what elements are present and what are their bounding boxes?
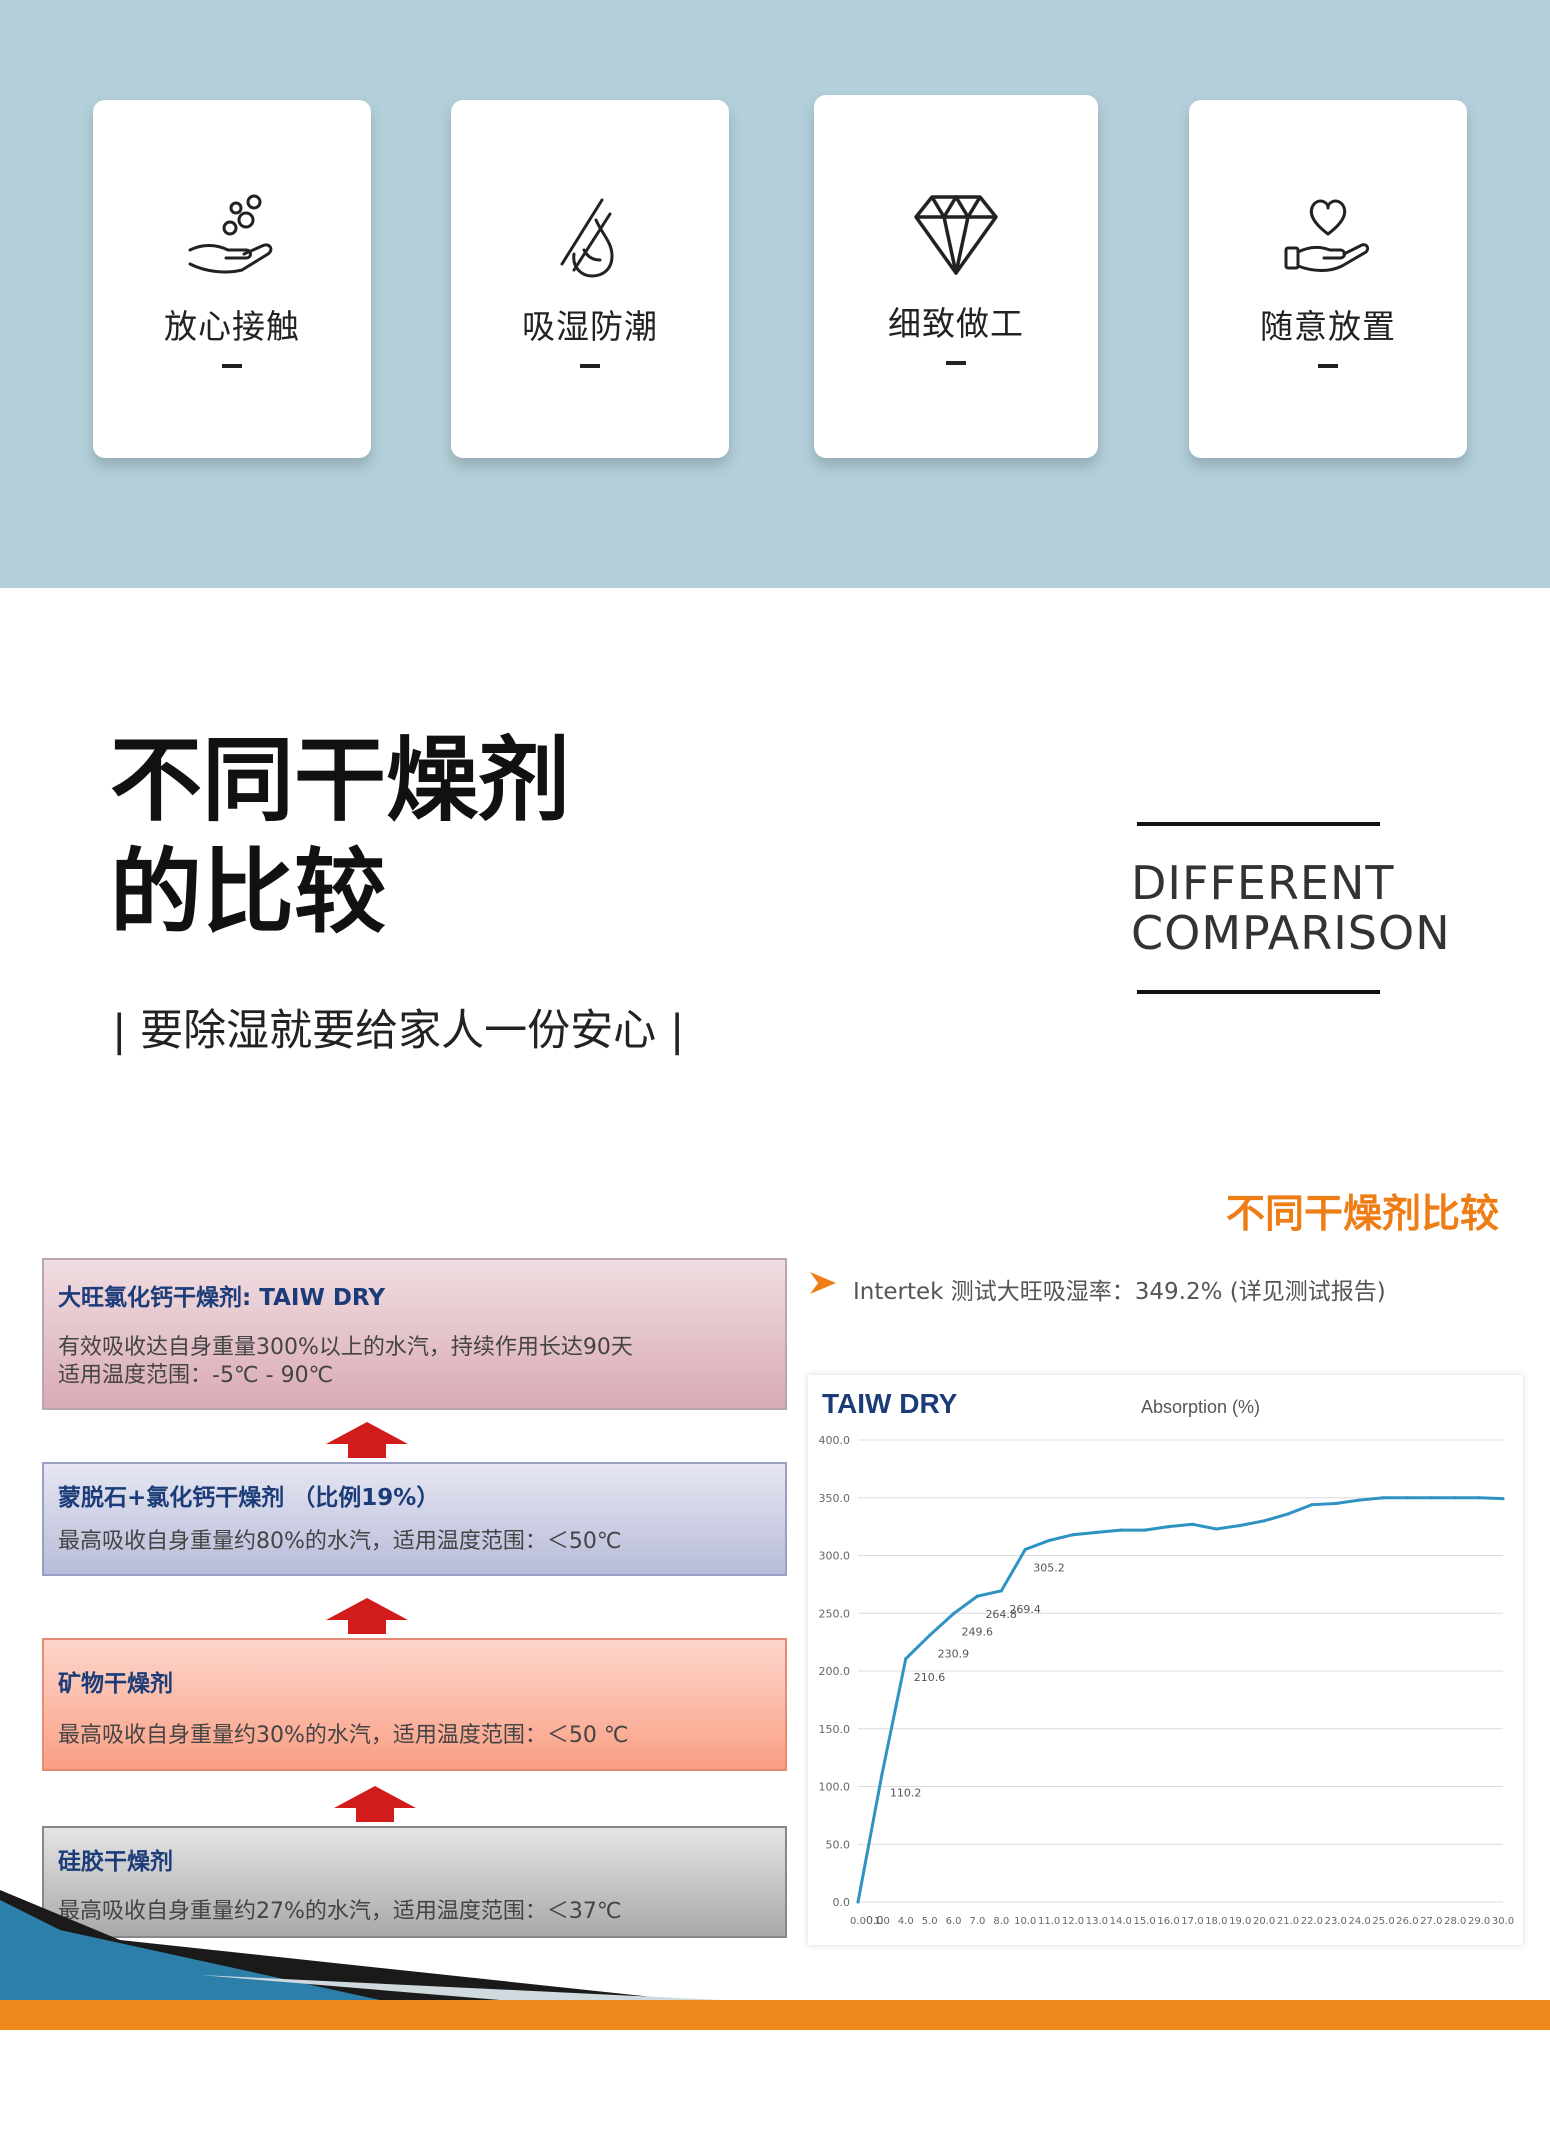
data-point xyxy=(1477,1496,1481,1500)
data-point xyxy=(1453,1496,1457,1500)
data-point xyxy=(1047,1538,1051,1543)
data-point xyxy=(1071,1533,1075,1537)
box-title: 蒙脱石+氯化钙干燥剂 （比例19%） xyxy=(58,1485,440,1511)
data-point xyxy=(880,1773,884,1777)
feature-label: 放心接触 xyxy=(164,307,300,346)
data-point xyxy=(1166,1525,1171,1529)
box-line: 适用温度范围：-5℃ - 90℃ xyxy=(58,1363,334,1388)
box-title: 矿物干燥剂 xyxy=(58,1671,173,1697)
feature-card-safe-touch: 放心接触 xyxy=(93,100,371,458)
divider xyxy=(1318,364,1338,368)
data-point xyxy=(975,1594,980,1598)
english-line-1: DIFFERENT xyxy=(1131,856,1395,910)
feature-card-craft: 细致做工 xyxy=(814,95,1098,458)
bottom-decoration xyxy=(0,1890,1550,2030)
data-label: 269.4 xyxy=(1009,1603,1041,1616)
title-line-1: 不同干燥剂 xyxy=(110,727,571,834)
data-point xyxy=(1238,1523,1242,1528)
data-point xyxy=(999,1589,1003,1593)
data-point xyxy=(1334,1501,1338,1506)
data-label: 305.2 xyxy=(1033,1561,1065,1574)
english-line-2: COMPARISON xyxy=(1131,906,1451,960)
english-heading: DIFFERENT COMPARISON xyxy=(1131,858,1451,958)
box-title: 硅胶干燥剂 xyxy=(58,1849,173,1875)
divider-top xyxy=(1137,822,1380,826)
deco-orange-bar xyxy=(0,2000,1550,2030)
divider xyxy=(580,364,600,368)
feature-card-placement: 随意放置 xyxy=(1189,100,1467,458)
y-tick-label: 100.0 xyxy=(819,1781,851,1794)
data-label: 210.6 xyxy=(914,1671,946,1684)
data-label: 230.9 xyxy=(938,1647,970,1660)
chart-title: Absorption (%) xyxy=(1141,1397,1260,1417)
box-description: 有效吸收达自身重量300%以上的水汽，持续作用长达90天 适用温度范围：-5℃ … xyxy=(58,1334,633,1390)
heart-hand-icon xyxy=(1284,199,1370,272)
up-arrow-icon xyxy=(334,1786,416,1822)
box-line: 有效吸收达自身重量300%以上的水汽，持续作用长达90天 xyxy=(58,1335,633,1360)
data-point xyxy=(1310,1503,1314,1507)
chevron-right-icon xyxy=(810,1272,836,1294)
box-description: 最高吸收自身重量约80%的水汽，适用温度范围：＜50℃ xyxy=(58,1529,622,1554)
feature-label: 随意放置 xyxy=(1260,307,1396,346)
title-line-2: 的比较 xyxy=(110,839,387,946)
y-tick-label: 300.0 xyxy=(819,1550,851,1563)
data-point xyxy=(1381,1496,1386,1500)
y-tick-label: 50.0 xyxy=(826,1838,851,1851)
divider-bottom xyxy=(1137,990,1380,994)
y-tick-label: 350.0 xyxy=(819,1492,851,1505)
data-point xyxy=(1429,1496,1433,1500)
feature-label: 细致做工 xyxy=(888,304,1024,343)
chart-brand: TAIW DRY xyxy=(822,1388,958,1419)
hand-bubbles-icon xyxy=(188,194,273,274)
divider xyxy=(222,364,242,368)
absorption-chart: TAIW DRY Absorption (%) 0.0 50.0 100.0 150.0 2… xyxy=(808,1375,1523,1945)
absorption-series-line xyxy=(856,1496,1504,1903)
absorption-line-chart: TAIW DRY Absorption (%)0.050.0100.0150.02… xyxy=(819,1388,1515,1927)
feature-band: 放心接触 吸湿防潮 细致做工 随意放置 xyxy=(0,0,1550,588)
up-arrow-icon xyxy=(326,1598,408,1634)
data-point xyxy=(1286,1512,1290,1516)
y-tick-label: 400.0 xyxy=(819,1434,851,1447)
feature-card-moisture: 吸湿防潮 xyxy=(451,100,729,458)
data-point xyxy=(1143,1528,1147,1532)
droplet-slash-icon xyxy=(560,198,614,278)
data-label: 110.2 xyxy=(890,1787,922,1800)
up-arrow-icon xyxy=(326,1422,408,1458)
diamond-icon xyxy=(914,195,998,275)
y-tick-label: 150.0 xyxy=(819,1723,851,1736)
y-tick-label: 250.0 xyxy=(819,1607,851,1620)
data-point xyxy=(1214,1527,1218,1531)
data-point xyxy=(1358,1498,1362,1502)
data-label: 249.6 xyxy=(962,1626,994,1639)
divider xyxy=(946,361,966,365)
data-point xyxy=(904,1657,908,1661)
box-title: 大旺氯化钙干燥剂: TAIW DRY xyxy=(58,1285,386,1311)
page-subtitle: | 要除湿就要给家人一份安心 | xyxy=(112,1006,685,1056)
desiccant-box-montmorillonite: 蒙脱石+氯化钙干燥剂 （比例19%） 最高吸收自身重量约80%的水汽，适用温度范… xyxy=(42,1462,787,1576)
data-point xyxy=(928,1633,932,1637)
y-tick-label: 200.0 xyxy=(819,1665,851,1678)
comparison-title: 不同干燥剂比较 xyxy=(1226,1192,1500,1237)
data-point xyxy=(1501,1497,1505,1501)
data-point xyxy=(1405,1496,1410,1500)
page-title: 不同干燥剂 的比较 xyxy=(110,725,570,949)
feature-label: 吸湿防潮 xyxy=(522,307,658,346)
test-note: Intertek 测试大旺吸湿率：349.2% (详见测试报告) xyxy=(853,1279,1386,1305)
data-point xyxy=(1095,1530,1099,1534)
box-description: 最高吸收自身重量约30%的水汽，适用温度范围：＜50 ℃ xyxy=(58,1723,629,1748)
data-point xyxy=(1190,1522,1195,1526)
desiccant-box-calcium-chloride: 大旺氯化钙干燥剂: TAIW DRY 有效吸收达自身重量300%以上的水汽，持续… xyxy=(42,1258,787,1410)
data-point xyxy=(1119,1528,1123,1532)
data-point xyxy=(1023,1547,1027,1552)
data-point xyxy=(951,1612,956,1616)
desiccant-box-mineral: 矿物干燥剂 最高吸收自身重量约30%的水汽，适用温度范围：＜50 ℃ xyxy=(42,1638,787,1771)
data-point xyxy=(1262,1519,1266,1523)
